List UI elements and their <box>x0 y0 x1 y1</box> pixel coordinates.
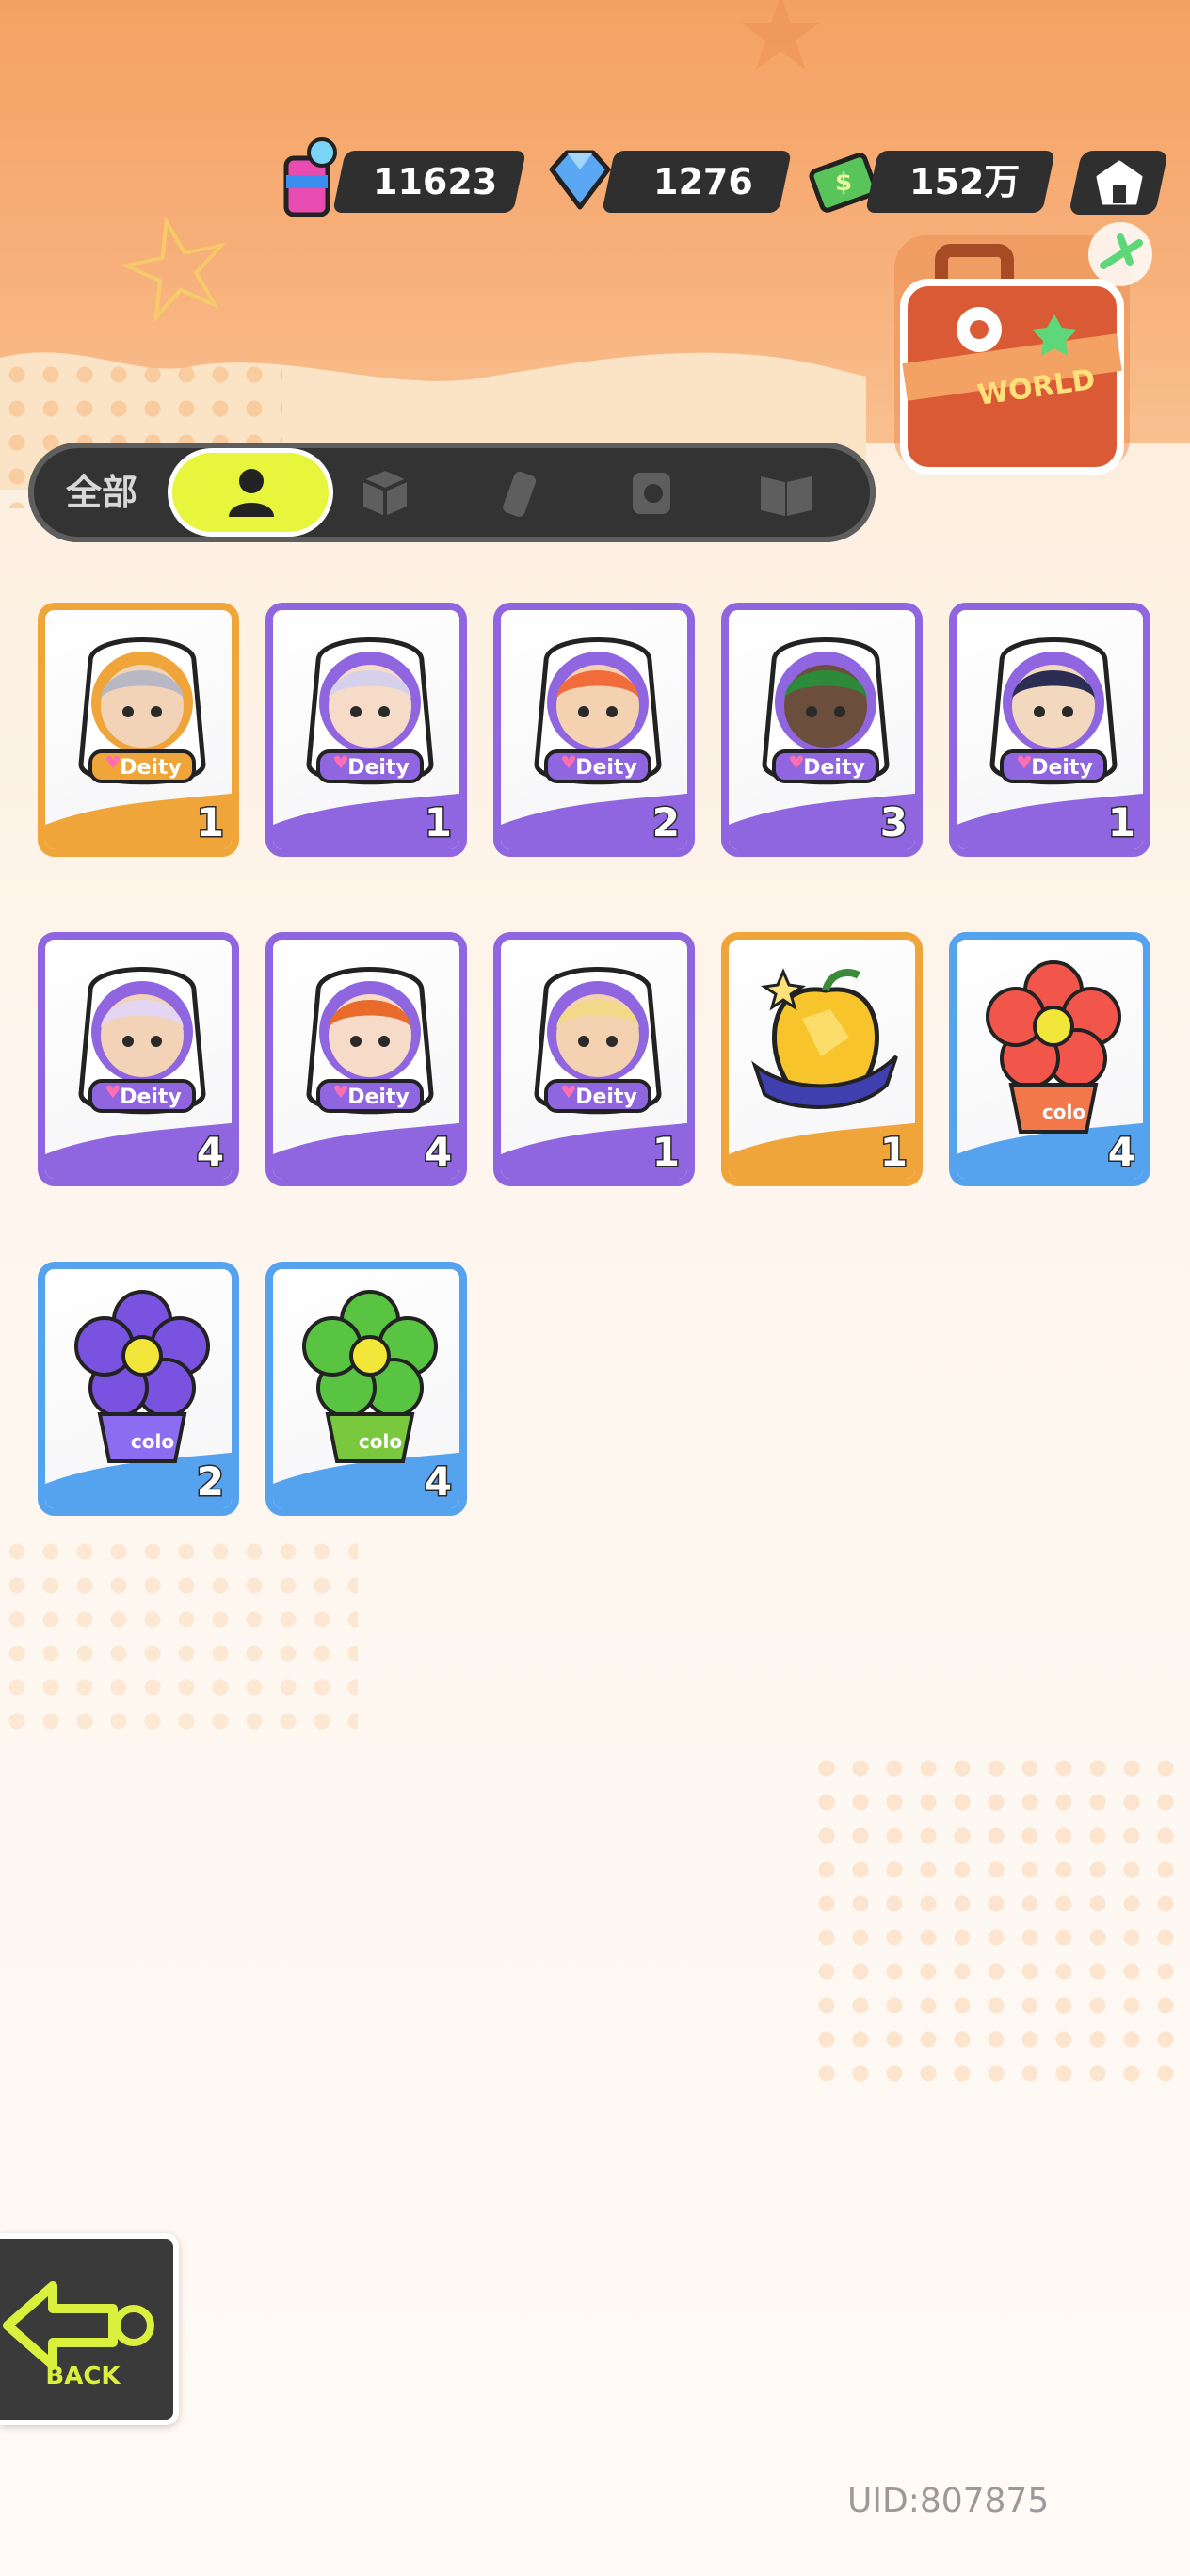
item-count: 3 <box>878 798 909 847</box>
character-sticker: Deity <box>534 967 662 1115</box>
item-card[interactable]: 1 <box>721 932 923 1186</box>
item-count: 1 <box>1106 798 1136 847</box>
item-card[interactable]: colo 4 <box>949 932 1150 1186</box>
item-card[interactable]: Deity 4 <box>38 932 239 1186</box>
uid-text: UID:807875 <box>847 2482 1050 2520</box>
svg-text:$: $ <box>835 169 852 197</box>
item-card[interactable]: Deity 1 <box>493 932 695 1186</box>
spray-icon[interactable] <box>491 463 550 522</box>
character-sticker: Deity <box>78 637 206 785</box>
item-count: 4 <box>1106 1128 1136 1177</box>
deity-badge: Deity <box>575 756 637 780</box>
item-card[interactable]: Deity 2 <box>493 603 695 857</box>
character-sticker: Deity <box>534 637 662 785</box>
paint-currency-box: 11623 <box>331 151 527 213</box>
pot-label: colo <box>131 1430 174 1453</box>
back-arrow-icon: BACK <box>3 2281 154 2391</box>
box-icon[interactable] <box>356 463 414 522</box>
cash-currency-value: 152万 <box>909 161 1021 202</box>
item-count: 4 <box>423 1128 453 1177</box>
pot-label: colo <box>359 1430 402 1453</box>
diamond-currency-box: 1276 <box>601 151 793 213</box>
item-count: 4 <box>195 1128 225 1177</box>
diamond-currency-value: 1276 <box>653 161 753 202</box>
item-count: 4 <box>423 1457 453 1506</box>
flower-sticker: colo <box>74 1290 210 1463</box>
cash-currency-box: 152万 <box>864 151 1056 213</box>
item-count: 1 <box>423 798 453 847</box>
tab-characters[interactable] <box>168 448 333 537</box>
item-card[interactable]: Deity 4 <box>265 932 467 1186</box>
category-tab-bar: 全部 <box>28 443 876 542</box>
deity-badge: Deity <box>1031 756 1093 780</box>
item-count: 1 <box>651 1128 681 1177</box>
item-card[interactable]: Deity 1 <box>38 603 239 857</box>
person-icon <box>229 469 274 517</box>
dot-pattern <box>0 1535 358 1742</box>
item-count: 2 <box>651 798 681 847</box>
back-label: BACK <box>45 2362 121 2391</box>
character-sticker: Deity <box>306 967 434 1115</box>
world-travel-button[interactable]: WORLD <box>866 217 1158 499</box>
deity-badge: Deity <box>803 756 865 780</box>
back-button[interactable]: BACK <box>0 2233 179 2425</box>
character-sticker: Deity <box>989 637 1118 785</box>
deity-badge: Deity <box>347 1086 410 1109</box>
book-icon[interactable] <box>757 463 815 522</box>
golden-apple-sticker <box>751 968 898 1109</box>
flower-sticker: colo <box>302 1290 438 1463</box>
character-sticker: Deity <box>306 637 434 785</box>
item-card[interactable]: Deity 1 <box>949 603 1150 857</box>
tab-all[interactable]: 全部 <box>66 443 137 542</box>
item-card[interactable]: colo 4 <box>265 1262 467 1516</box>
deity-badge: Deity <box>120 1086 182 1109</box>
item-count: 2 <box>195 1457 225 1506</box>
deity-badge: Deity <box>120 756 182 780</box>
item-card[interactable]: Deity 3 <box>721 603 923 857</box>
character-sticker: Deity <box>78 967 206 1115</box>
paint-currency-value: 11623 <box>373 161 498 202</box>
item-count: 1 <box>878 1128 909 1177</box>
flower-sticker: colo <box>986 960 1121 1134</box>
deity-badge: Deity <box>347 756 410 780</box>
sticker-icon[interactable] <box>623 463 682 522</box>
deity-badge: Deity <box>575 1086 637 1109</box>
character-sticker: Deity <box>762 637 890 785</box>
item-count: 1 <box>195 798 225 847</box>
dot-pattern <box>810 1751 1190 2090</box>
star-decoration: ★ <box>734 0 828 93</box>
item-card[interactable]: Deity 1 <box>265 603 467 857</box>
pot-label: colo <box>1042 1101 1085 1123</box>
shop-icon <box>1096 160 1143 205</box>
item-card[interactable]: colo 2 <box>38 1262 239 1516</box>
